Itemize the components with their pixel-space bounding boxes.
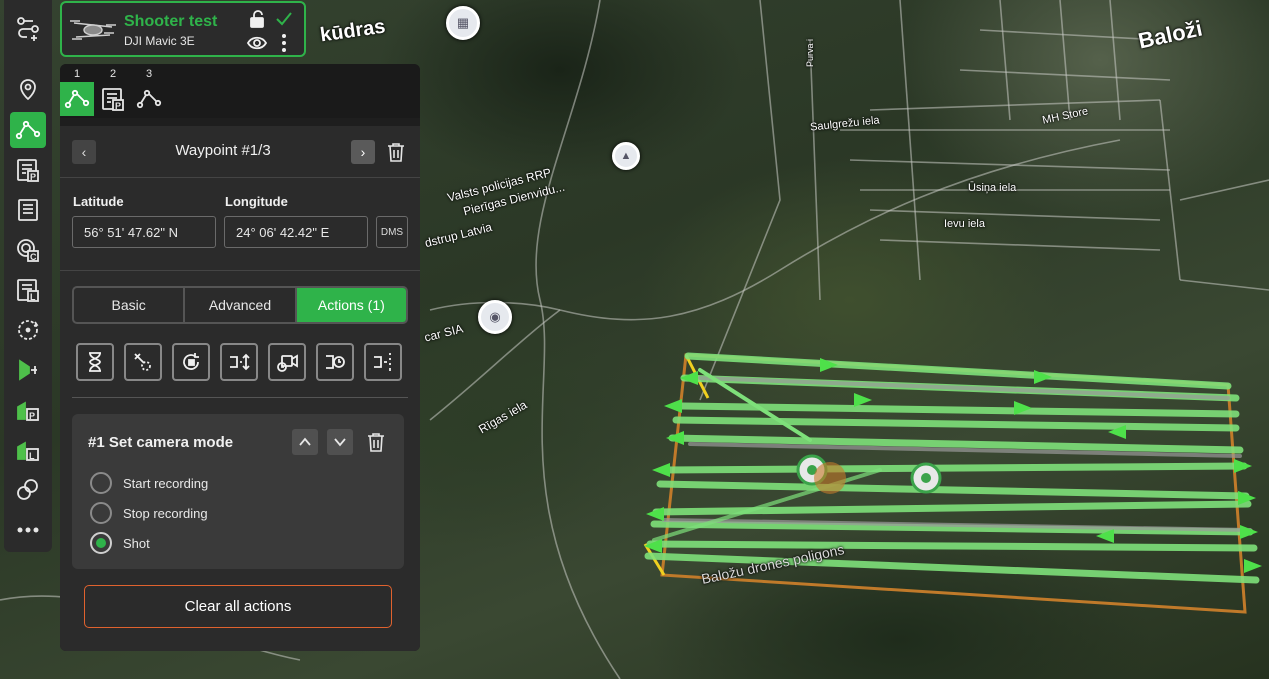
map-poi-police-icon[interactable]: ▲ [612,142,640,170]
radio-shot[interactable] [90,532,112,554]
photo-mission-icon[interactable]: P [10,392,46,428]
option-label: Start recording [123,475,209,491]
option-shot[interactable]: Shot [90,531,150,555]
map-label-ievu: Ievu iela [944,218,985,230]
action-title: #1 Set camera mode [88,434,234,451]
radio-stop-recording[interactable] [90,502,112,524]
svg-text:C: C [30,252,37,262]
corridor-icon[interactable]: C [10,232,46,268]
unlock-icon[interactable] [248,9,268,29]
tab-number-2: 2 [110,68,117,80]
drone-rotate-button[interactable] [172,343,210,381]
waypoint-path-icon[interactable] [10,112,46,148]
tab-photo-plan-2[interactable]: P [96,82,130,116]
waypoint-title: Waypoint #1/3 [175,142,271,159]
radio-start-recording[interactable] [90,472,112,494]
option-start-recording[interactable]: Start recording [90,471,208,495]
mission-card[interactable]: Shooter test DJI Mavic 3E [60,1,306,57]
option-stop-recording[interactable]: Stop recording [90,501,208,525]
orbit-icon[interactable] [10,312,46,348]
list-doc-icon[interactable] [10,192,46,228]
gimbal-rotate-button[interactable] [124,343,162,381]
tab-number-3: 3 [146,68,153,80]
clear-all-actions-button[interactable]: Clear all actions [84,585,392,628]
route-add-icon[interactable] [10,10,46,46]
tab-waypoint-1[interactable] [60,82,94,116]
waypoint-nav: ‹ Waypoint #1/3 › [60,126,420,178]
camera-video-button[interactable] [268,343,306,381]
tab-basic[interactable]: Basic [74,288,186,322]
svg-text:L: L [29,451,35,461]
distance-interval-button[interactable] [364,343,402,381]
gimbal-pitch-button[interactable] [220,343,258,381]
next-waypoint-button[interactable]: › [351,140,375,164]
more-icon[interactable] [10,512,46,548]
eye-icon[interactable] [247,33,267,53]
map-poi-museum-icon[interactable]: ▦ [446,6,480,40]
map-poi-shop-icon[interactable]: ◉ [478,300,512,334]
distance-interval-icon [374,353,391,371]
waypoint-path-icon [64,89,90,109]
lidar-doc-icon[interactable]: L [10,272,46,308]
tab-advanced[interactable]: Advanced [185,288,297,322]
camera-video-icon [277,354,298,372]
option-label: Shot [123,535,150,551]
waypoint-path-icon [136,89,162,109]
poi-pin-icon[interactable] [10,72,46,108]
delete-action-icon[interactable] [367,432,385,452]
map-label-purva: Purva i [805,38,816,68]
longitude-field[interactable]: 24° 06' 42.42" E [224,216,368,248]
waypoint-panel: 1 2 3 P ‹ Waypoint #1/3 › Latitude 56° 5… [60,64,420,651]
lidar-mission-icon[interactable]: L [10,432,46,468]
action-card: #1 Set camera mode Start recording Stop … [72,414,404,569]
tab-actions[interactable]: Actions (1) [296,288,406,322]
waypoint-tabs: 1 2 3 P [60,64,420,118]
option-label: Stop recording [123,505,208,521]
left-toolbar: P C L P L [4,0,52,552]
waypoint-section: ‹ Waypoint #1/3 › Latitude 56° 51' 47.62… [60,126,420,270]
gimbal-rotate-icon [134,353,151,371]
tab-number-1: 1 [74,68,81,80]
move-action-down-button[interactable] [327,429,353,455]
svg-text:P: P [30,172,36,182]
svg-text:P: P [29,411,35,421]
settings-segmented-control: Basic Advanced Actions (1) [72,286,408,324]
check-icon[interactable] [274,9,294,29]
kebab-menu-icon[interactable] [274,33,294,53]
photo-plan-icon[interactable]: P [10,152,46,188]
map-label-usina: Ūsiņa iela [968,182,1017,194]
latitude-field[interactable]: 56° 51' 47.62" N [72,216,216,248]
rotate-icon [183,353,199,370]
move-action-up-button[interactable] [292,429,318,455]
chevron-down-icon [334,438,346,447]
overlap-icon[interactable] [10,472,46,508]
mission-name: Shooter test [124,13,218,30]
interval-timer-button[interactable] [316,343,354,381]
interval-timer-icon [326,355,345,369]
actions-section: Basic Advanced Actions (1) #1 Set camera… [60,270,420,651]
svg-text:P: P [115,101,121,111]
hover-timer-button[interactable] [76,343,114,381]
photo-plan-icon: P [102,88,124,111]
drone-icon [70,20,116,40]
longitude-label: Longitude [225,194,288,209]
tab-waypoint-3[interactable] [132,82,166,116]
latitude-label: Latitude [73,194,124,209]
facade-icon[interactable] [10,352,46,388]
gimbal-pitch-icon [230,353,250,371]
drone-model: DJI Mavic 3E [124,34,195,48]
svg-text:L: L [30,292,36,302]
chevron-up-icon [299,437,311,446]
dms-format-button[interactable]: DMS [376,216,408,248]
hourglass-icon [89,352,101,372]
section-divider [72,397,408,398]
delete-waypoint-icon[interactable] [387,142,405,162]
